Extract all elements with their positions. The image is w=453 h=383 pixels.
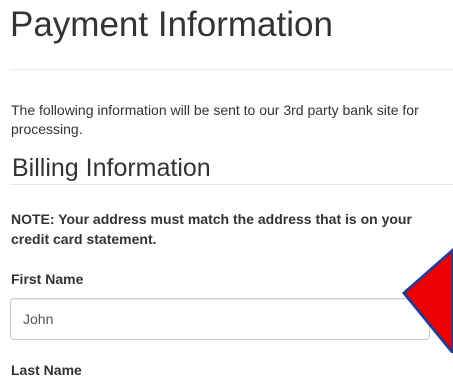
divider bbox=[10, 69, 453, 70]
first-name-input[interactable] bbox=[10, 298, 430, 340]
page-title: Payment Information bbox=[10, 5, 333, 44]
section-divider bbox=[10, 184, 453, 185]
first-name-label: First Name bbox=[11, 271, 84, 287]
billing-section-title: Billing Information bbox=[12, 154, 211, 182]
intro-text: The following information will be sent t… bbox=[11, 102, 419, 137]
address-note: NOTE: Your address must match the addres… bbox=[11, 211, 412, 247]
last-name-label: Last Name bbox=[11, 362, 82, 378]
